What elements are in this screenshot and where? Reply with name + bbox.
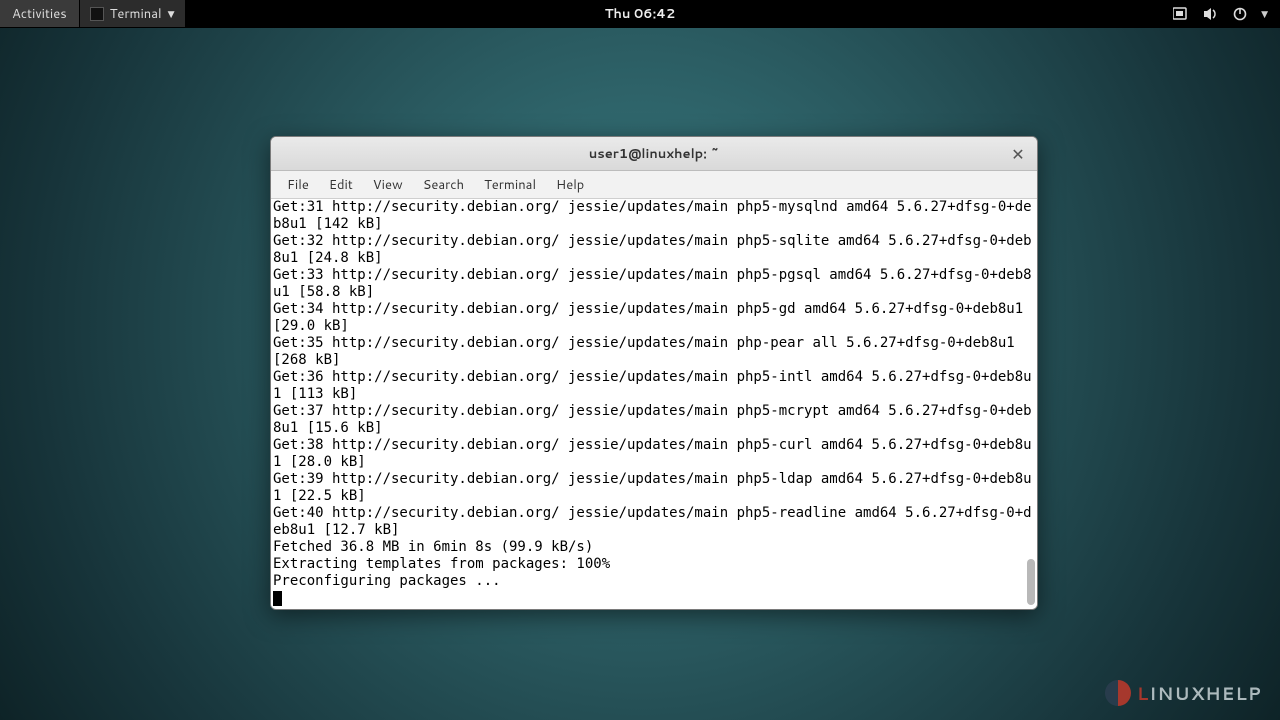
system-tray[interactable]: ▼ — [1161, 7, 1280, 21]
terminal-output: Get:31 http://security.debian.org/ jessi… — [271, 199, 1037, 607]
menubar: File Edit View Search Terminal Help — [271, 171, 1037, 199]
menu-help[interactable]: Help — [548, 173, 592, 197]
window-title: user1@linuxhelp: ~ — [589, 145, 720, 163]
gnome-topbar: Activities Terminal ▼ Thu 06:42 ▼ — [0, 0, 1280, 28]
scrollbar-thumb[interactable] — [1027, 559, 1035, 605]
terminal-icon — [90, 7, 104, 21]
terminal-cursor — [273, 591, 282, 606]
menu-search[interactable]: Search — [415, 173, 472, 197]
watermark-text-l: L — [1137, 680, 1149, 706]
linuxhelp-watermark: LINUXHELP — [1105, 680, 1262, 706]
activities-label: Activities — [12, 5, 67, 23]
clock[interactable]: Thu 06:42 — [605, 5, 676, 23]
linuxhelp-logo-icon — [1105, 680, 1131, 706]
window-titlebar[interactable]: user1@linuxhelp: ~ ✕ — [271, 137, 1037, 171]
chevron-down-icon: ▼ — [168, 7, 175, 20]
activities-button[interactable]: Activities — [0, 0, 80, 27]
close-icon: ✕ — [1011, 143, 1024, 166]
window-close-button[interactable]: ✕ — [1007, 143, 1029, 165]
menu-terminal[interactable]: Terminal — [476, 173, 544, 197]
terminal-body[interactable]: Get:31 http://security.debian.org/ jessi… — [271, 199, 1037, 609]
app-menu-label: Terminal — [110, 5, 162, 23]
scrollbar[interactable] — [1025, 199, 1035, 609]
menu-edit[interactable]: Edit — [321, 173, 361, 197]
volume-icon[interactable] — [1203, 7, 1219, 21]
app-menu-button[interactable]: Terminal ▼ — [80, 0, 185, 27]
chevron-down-icon: ▼ — [1261, 7, 1268, 20]
menu-file[interactable]: File — [279, 173, 317, 197]
power-icon[interactable] — [1233, 7, 1247, 21]
terminal-window: user1@linuxhelp: ~ ✕ File Edit View Sear… — [270, 136, 1038, 610]
screen-record-icon[interactable] — [1173, 7, 1189, 21]
watermark-text-rest: INUXHELP — [1149, 680, 1262, 706]
menu-view[interactable]: View — [365, 173, 411, 197]
